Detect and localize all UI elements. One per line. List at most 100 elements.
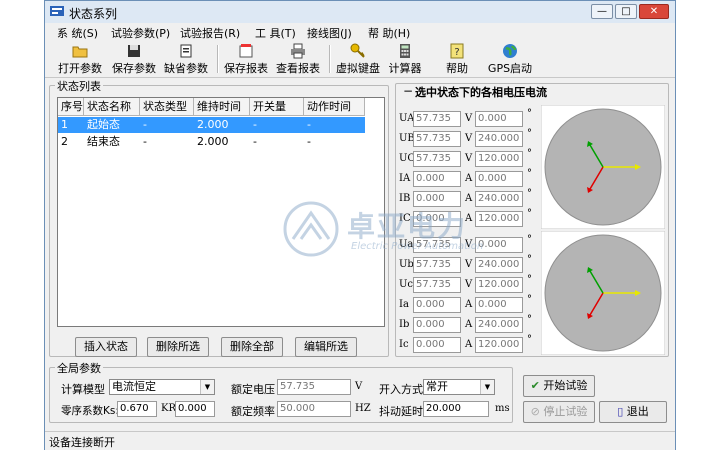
menu-help[interactable]: 帮 助(H): [368, 25, 410, 41]
toolbar-separator: [329, 45, 331, 73]
magnitude-field[interactable]: 0.000: [413, 337, 461, 353]
delete-selected-button[interactable]: 删除所选: [147, 337, 209, 357]
gps-start-button[interactable]: GPS启动: [487, 43, 533, 75]
magnitude-field[interactable]: 57.735: [413, 111, 461, 127]
phase-label: IA: [399, 173, 411, 184]
maximize-button[interactable]: □: [615, 4, 637, 19]
calculator-button[interactable]: 计算器: [387, 43, 423, 75]
unit-label: V: [465, 279, 473, 290]
rated-voltage-unit: V: [355, 381, 363, 392]
table-cell: 起始态: [87, 118, 120, 131]
save-report-button[interactable]: 保存报表: [223, 43, 269, 75]
input-mode-select[interactable]: 常开 ▼: [423, 379, 495, 395]
rated-freq-unit: HZ: [355, 403, 371, 414]
magnitude-field[interactable]: 57.735: [413, 151, 461, 167]
angle-field[interactable]: 0.000: [475, 297, 523, 313]
watermark-brand: 卓亚电力: [347, 210, 468, 243]
unit-label: V: [465, 133, 473, 144]
globe-icon: [503, 44, 517, 58]
angle-field[interactable]: 0.000: [475, 171, 523, 187]
view-report-button[interactable]: 查看报表: [275, 43, 321, 75]
zero-seq-field[interactable]: 0.670: [117, 401, 157, 417]
state-list-title: 状态列表: [55, 78, 103, 94]
magnitude-field[interactable]: 57.735: [413, 257, 461, 273]
close-button[interactable]: ✕: [639, 4, 669, 19]
edit-selected-button[interactable]: 编辑所选: [295, 337, 357, 357]
table-cell: 1: [61, 118, 68, 131]
minimize-button[interactable]: —: [591, 4, 613, 19]
menu-system[interactable]: 系 统(S): [57, 25, 98, 41]
angle-field[interactable]: 120.000: [475, 337, 523, 353]
help-button[interactable]: ? 帮助: [439, 43, 475, 75]
table-cell: -: [253, 118, 257, 131]
angle-field[interactable]: 120.000: [475, 277, 523, 293]
watermark-tagline: Electric Power Automation: [351, 241, 484, 252]
help-icon: ?: [450, 43, 464, 59]
table-row[interactable]: 2 结束态 - 2.000 - -: [58, 134, 365, 150]
menu-test-report[interactable]: 试验报告(R): [180, 25, 240, 41]
degree-label: °: [527, 334, 532, 345]
table-cell: -: [307, 118, 311, 131]
degree-label: °: [527, 314, 532, 325]
magnitude-field[interactable]: 0.000: [413, 297, 461, 313]
exit-button[interactable]: ▯ 退出: [599, 401, 667, 423]
brand-logo-icon: [283, 201, 339, 257]
kr-label: KR: [161, 403, 176, 414]
angle-field[interactable]: 240.000: [475, 257, 523, 273]
angle-field[interactable]: 240.000: [475, 317, 523, 333]
save-params-button[interactable]: 保存参数: [111, 43, 157, 75]
column-header[interactable]: 维持时间: [194, 98, 250, 116]
column-header[interactable]: 开关量: [250, 98, 304, 116]
rated-freq-field[interactable]: 50.000: [277, 401, 351, 417]
magnitude-field[interactable]: 57.735: [413, 131, 461, 147]
stop-test-button[interactable]: ⊘ 停止试验: [523, 401, 595, 423]
collapse-toggle[interactable]: −: [403, 84, 413, 98]
calculator-icon: [400, 44, 410, 58]
virtual-keyboard-button[interactable]: 虚拟键盘: [335, 43, 381, 75]
kr-field[interactable]: 0.000: [175, 401, 215, 417]
table-cell: 2.000: [197, 135, 229, 148]
zero-seq-label: 零序系数Ks:: [61, 405, 119, 417]
angle-field[interactable]: 240.000: [475, 131, 523, 147]
degree-label: °: [527, 108, 532, 119]
menu-test-params[interactable]: 试验参数(P): [111, 25, 170, 41]
rated-voltage-field[interactable]: 57.735: [277, 379, 351, 395]
delete-all-button[interactable]: 删除全部: [221, 337, 283, 357]
table-row[interactable]: 1 起始态 - 2.000 - -: [58, 117, 365, 133]
column-header[interactable]: 状态名称: [84, 98, 140, 116]
menu-bar: 系 统(S) 试验参数(P) 试验报告(R) 工 具(T) 接线图(J) 帮 助…: [45, 23, 675, 41]
table-cell: -: [143, 135, 147, 148]
global-params-title: 全局参数: [55, 360, 103, 376]
stop-icon: ⊘: [530, 405, 540, 418]
insert-state-button[interactable]: 插入状态: [75, 337, 137, 357]
watermark-logo: 卓亚电力 Electric Power Automation: [281, 199, 541, 259]
table-cell: -: [253, 135, 257, 148]
degree-label: °: [527, 188, 532, 199]
angle-field[interactable]: 0.000: [475, 111, 523, 127]
degree-label: °: [527, 294, 532, 305]
menu-wiring[interactable]: 接线图(J): [307, 25, 352, 41]
unit-label: A: [465, 319, 473, 330]
column-header[interactable]: 序号: [58, 98, 84, 116]
magnitude-field[interactable]: 0.000: [413, 171, 461, 187]
column-header[interactable]: 动作时间: [304, 98, 365, 116]
rated-freq-label: 额定频率: [231, 405, 275, 418]
default-params-button[interactable]: 缺省参数: [163, 43, 209, 75]
column-header[interactable]: 状态类型: [140, 98, 194, 116]
open-params-button[interactable]: 打开参数: [57, 43, 103, 75]
table-cell: 结束态: [87, 135, 120, 148]
debounce-field[interactable]: 20.000: [423, 401, 489, 417]
magnitude-field[interactable]: 0.000: [413, 317, 461, 333]
menu-tools[interactable]: 工 具(T): [255, 25, 296, 41]
printer-icon: [291, 43, 305, 59]
calc-model-value: 电流恒定: [112, 380, 156, 393]
start-test-button[interactable]: ✔ 开始试验: [523, 375, 595, 397]
app-icon: [50, 6, 64, 16]
magnitude-field[interactable]: 57.735: [413, 277, 461, 293]
angle-field[interactable]: 120.000: [475, 151, 523, 167]
degree-label: °: [527, 128, 532, 139]
key-icon: [350, 43, 365, 58]
unit-label: V: [465, 153, 473, 164]
calc-model-select[interactable]: 电流恒定 ▼: [109, 379, 215, 395]
calc-model-label: 计算模型: [61, 383, 105, 396]
